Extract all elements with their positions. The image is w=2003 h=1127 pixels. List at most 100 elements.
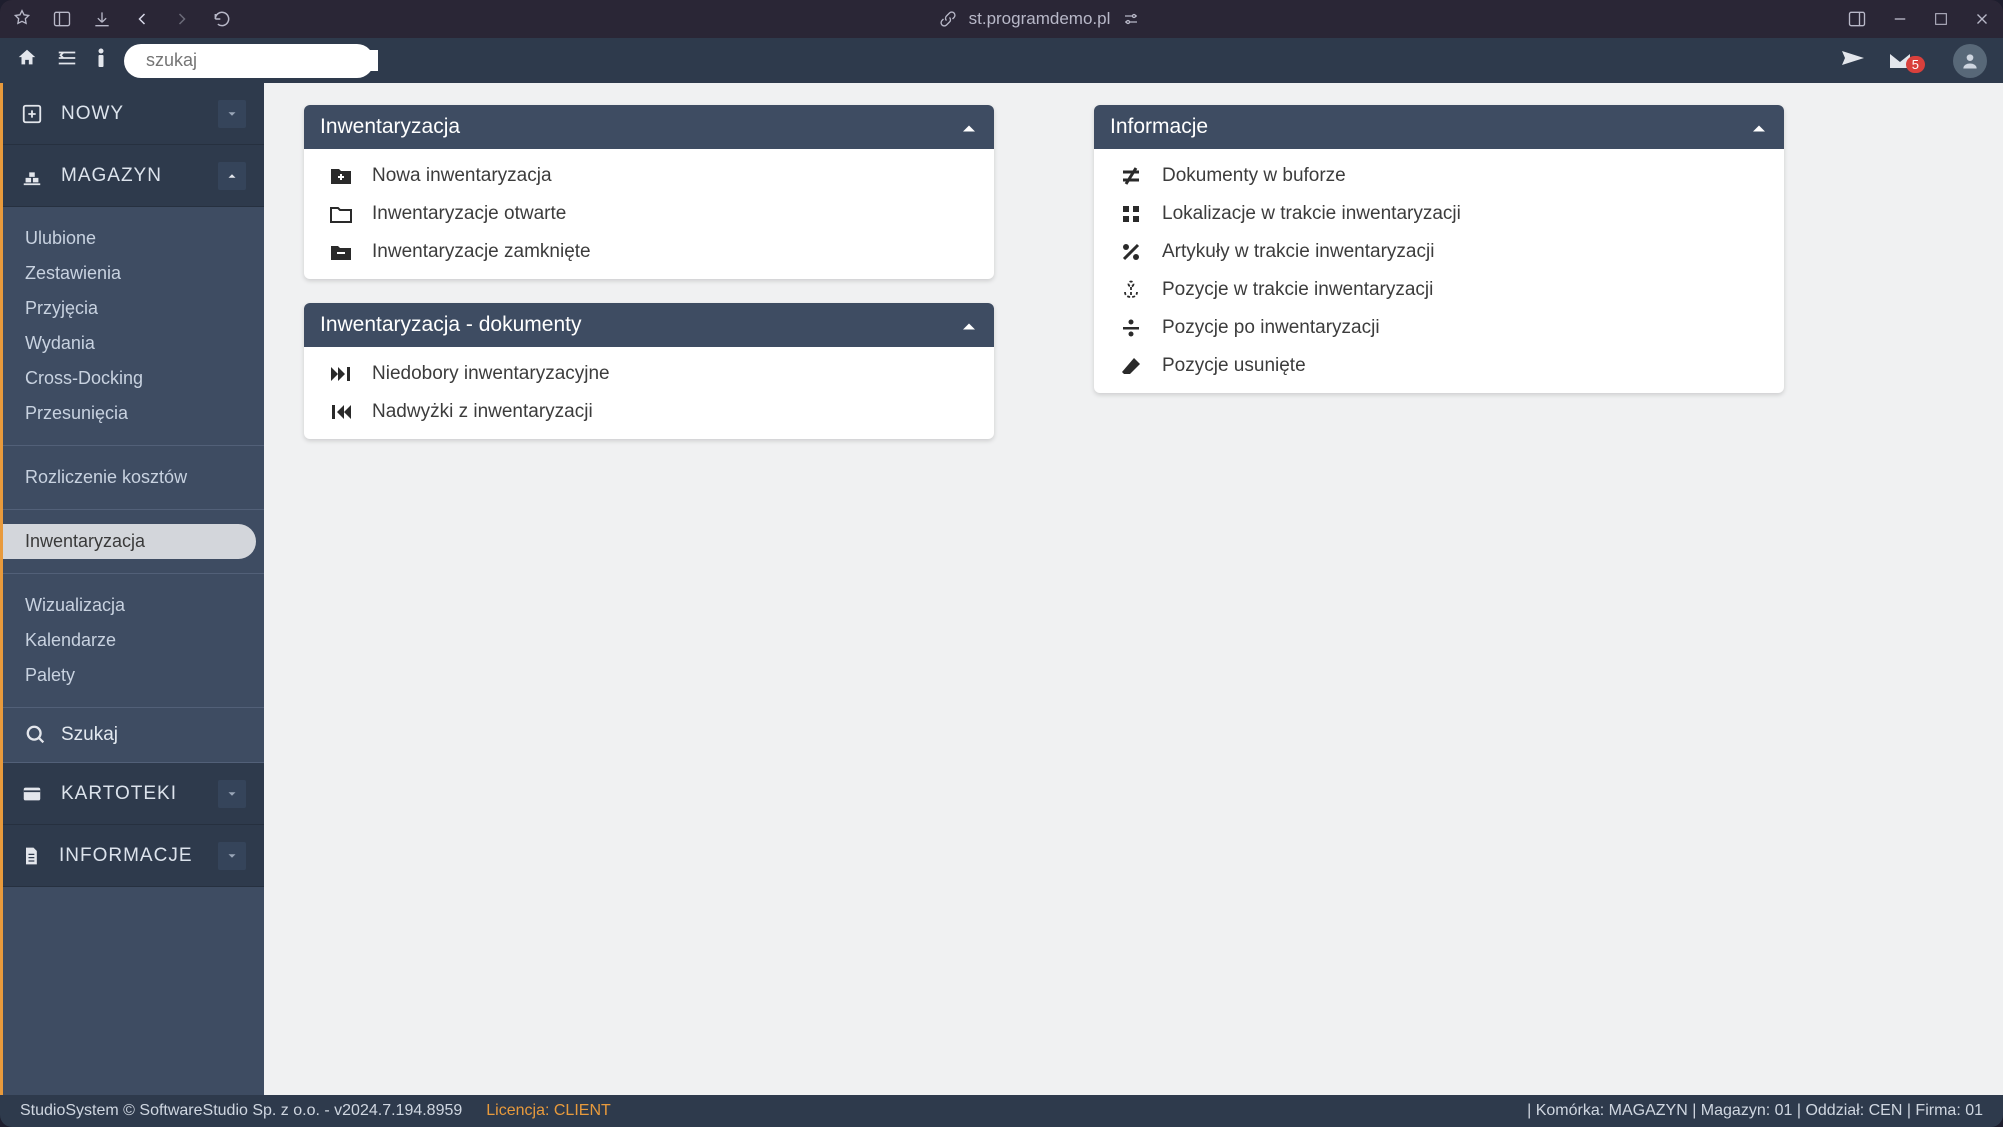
panel-item-dokumenty-bufor[interactable]: Dokumenty w buforze	[1094, 157, 1784, 195]
sidebar-item-inwentaryzacja[interactable]: Inwentaryzacja	[3, 524, 256, 559]
window-close-icon[interactable]	[1973, 10, 1991, 28]
global-search[interactable]	[124, 44, 374, 78]
panel-item-label: Nowa inwentaryzacja	[372, 165, 552, 187]
sidebar-item-przesuniecia[interactable]: Przesunięcia	[3, 396, 264, 431]
folder-plus-icon	[328, 166, 354, 186]
sidebar-item-palety[interactable]: Palety	[3, 658, 264, 693]
mail-badge: 5	[1906, 56, 1925, 73]
document-icon	[21, 845, 41, 867]
chevron-down-icon[interactable]	[218, 842, 246, 870]
panel-item-label: Inwentaryzacje zamknięte	[372, 241, 591, 263]
window-minimize-icon[interactable]	[1891, 10, 1909, 28]
sidebar-section-label: KARTOTEKI	[61, 783, 177, 805]
site-info-icon[interactable]	[939, 10, 957, 28]
panel-header[interactable]: Inwentaryzacja	[304, 105, 994, 149]
panel-item-inwentaryzacje-otwarte[interactable]: Inwentaryzacje otwarte	[304, 195, 994, 233]
sidebar-item-wizualizacja[interactable]: Wizualizacja	[3, 588, 264, 623]
panel-item-niedobory[interactable]: Niedobory inwentaryzacyjne	[304, 355, 994, 393]
panel-item-label: Pozycje usunięte	[1162, 355, 1306, 377]
sidebar-section-nowy[interactable]: NOWY	[3, 83, 264, 145]
grid-icon	[1118, 204, 1144, 224]
sidebar-item-cross-docking[interactable]: Cross-Docking	[3, 361, 264, 396]
divide-icon	[1118, 318, 1144, 338]
warehouse-icon	[21, 165, 43, 187]
panel-item-nadwyzki[interactable]: Nadwyżki z inwentaryzacji	[304, 393, 994, 431]
nav-back-icon[interactable]	[132, 9, 152, 29]
url-text[interactable]: st.programdemo.pl	[969, 9, 1111, 29]
panel-dokumenty: Inwentaryzacja - dokumenty Niedobory inw…	[304, 303, 994, 439]
folder-closed-icon	[328, 242, 354, 262]
sidebar-item-ulubione[interactable]: Ulubione	[3, 221, 264, 256]
sidebar-item-przyjecia[interactable]: Przyjęcia	[3, 291, 264, 326]
sidebar-item-wydania[interactable]: Wydania	[3, 326, 264, 361]
tune-icon[interactable]	[1122, 10, 1140, 28]
panel-item-nowa-inwentaryzacja[interactable]: Nowa inwentaryzacja	[304, 157, 994, 195]
panel-header[interactable]: Informacje	[1094, 105, 1784, 149]
status-system: StudioSystem © SoftwareStudio Sp. z o.o.…	[20, 1102, 462, 1120]
window-titlebar: st.programdemo.pl	[0, 0, 2003, 38]
chevron-down-icon[interactable]	[218, 100, 246, 128]
panel-title: Inwentaryzacja - dokumenty	[320, 313, 581, 337]
panel-item-label: Dokumenty w buforze	[1162, 165, 1346, 187]
search-input[interactable]	[146, 50, 378, 71]
panel-item-pozycje-usuniete[interactable]: Pozycje usunięte	[1094, 347, 1784, 385]
nav-forward-icon	[172, 9, 192, 29]
statusbar: StudioSystem © SoftwareStudio Sp. z o.o.…	[0, 1095, 2003, 1127]
panel-item-label: Inwentaryzacje otwarte	[372, 203, 566, 225]
chevron-down-icon[interactable]	[218, 780, 246, 808]
sidebar-section-label: INFORMACJE	[59, 845, 193, 867]
sidebar-toggle-icon[interactable]	[52, 9, 72, 29]
panel-item-pozycje-trakcie[interactable]: Pozycje w trakcie inwentaryzacji	[1094, 271, 1784, 309]
sidebar-section-kartoteki[interactable]: KARTOTEKI	[3, 763, 264, 825]
anchor-dashed-icon	[1118, 279, 1144, 301]
eraser-icon	[1118, 356, 1144, 376]
sidebar-section-label: MAGAZYN	[61, 165, 162, 187]
download-icon[interactable]	[92, 9, 112, 29]
info-icon[interactable]	[96, 47, 106, 74]
collapse-up-icon[interactable]	[960, 121, 978, 133]
chevron-up-icon[interactable]	[218, 162, 246, 190]
sidebar-item-rozliczenie[interactable]: Rozliczenie kosztów	[3, 460, 264, 495]
sidebar-item-szukaj[interactable]: Szukaj	[3, 707, 264, 763]
panel-item-label: Niedobory inwentaryzacyjne	[372, 363, 610, 385]
reload-icon[interactable]	[212, 9, 232, 29]
panel-item-label: Nadwyżki z inwentaryzacji	[372, 401, 593, 423]
folder-open-icon	[328, 204, 354, 224]
collapse-up-icon[interactable]	[960, 319, 978, 331]
send-icon[interactable]	[1840, 47, 1866, 74]
plus-box-icon	[21, 103, 43, 125]
panel-header[interactable]: Inwentaryzacja - dokumenty	[304, 303, 994, 347]
sidebar-item-kalendarze[interactable]: Kalendarze	[3, 623, 264, 658]
window-maximize-icon[interactable]	[1933, 11, 1949, 27]
status-context: | Komórka: MAGAZYN | Magazyn: 01 | Oddzi…	[1527, 1102, 1983, 1120]
mail-button[interactable]: 5	[1888, 52, 1931, 70]
home-icon[interactable]	[16, 47, 38, 74]
app-topbar: 5	[0, 38, 2003, 83]
panel-item-label: Artykuły w trakcie inwentaryzacji	[1162, 241, 1434, 263]
sidebar-section-informacje[interactable]: INFORMACJE	[3, 825, 264, 887]
list-collapse-icon[interactable]	[56, 47, 78, 74]
panel-informacje: Informacje Dokumenty w buforze Lokalizac…	[1094, 105, 1784, 393]
panel-item-lokalizacje[interactable]: Lokalizacje w trakcie inwentaryzacji	[1094, 195, 1784, 233]
panel-title: Inwentaryzacja	[320, 115, 460, 139]
fast-rewind-icon	[328, 403, 354, 421]
search-icon	[25, 724, 47, 746]
panel-item-artykuly[interactable]: Artykuły w trakcie inwentaryzacji	[1094, 233, 1784, 271]
panel-item-label: Pozycje po inwentaryzacji	[1162, 317, 1380, 339]
panel-item-label: Pozycje w trakcie inwentaryzacji	[1162, 279, 1433, 301]
split-view-icon[interactable]	[1847, 9, 1867, 29]
browser-logo-icon	[12, 9, 32, 29]
fast-forward-icon	[328, 365, 354, 383]
card-icon	[21, 783, 43, 805]
sidebar-item-zestawienia[interactable]: Zestawienia	[3, 256, 264, 291]
license-value: CLIENT	[554, 1102, 611, 1119]
percent-icon	[1118, 242, 1144, 262]
status-license: Licencja: CLIENT	[486, 1102, 611, 1120]
panel-item-label: Lokalizacje w trakcie inwentaryzacji	[1162, 203, 1461, 225]
collapse-up-icon[interactable]	[1750, 121, 1768, 133]
user-avatar-button[interactable]	[1953, 44, 1987, 78]
content-area: Inwentaryzacja Nowa inwentaryzacja Inwen…	[264, 83, 2003, 1095]
panel-item-inwentaryzacje-zamkniete[interactable]: Inwentaryzacje zamknięte	[304, 233, 994, 271]
sidebar-section-magazyn[interactable]: MAGAZYN	[0, 145, 264, 207]
panel-item-pozycje-po[interactable]: Pozycje po inwentaryzacji	[1094, 309, 1784, 347]
